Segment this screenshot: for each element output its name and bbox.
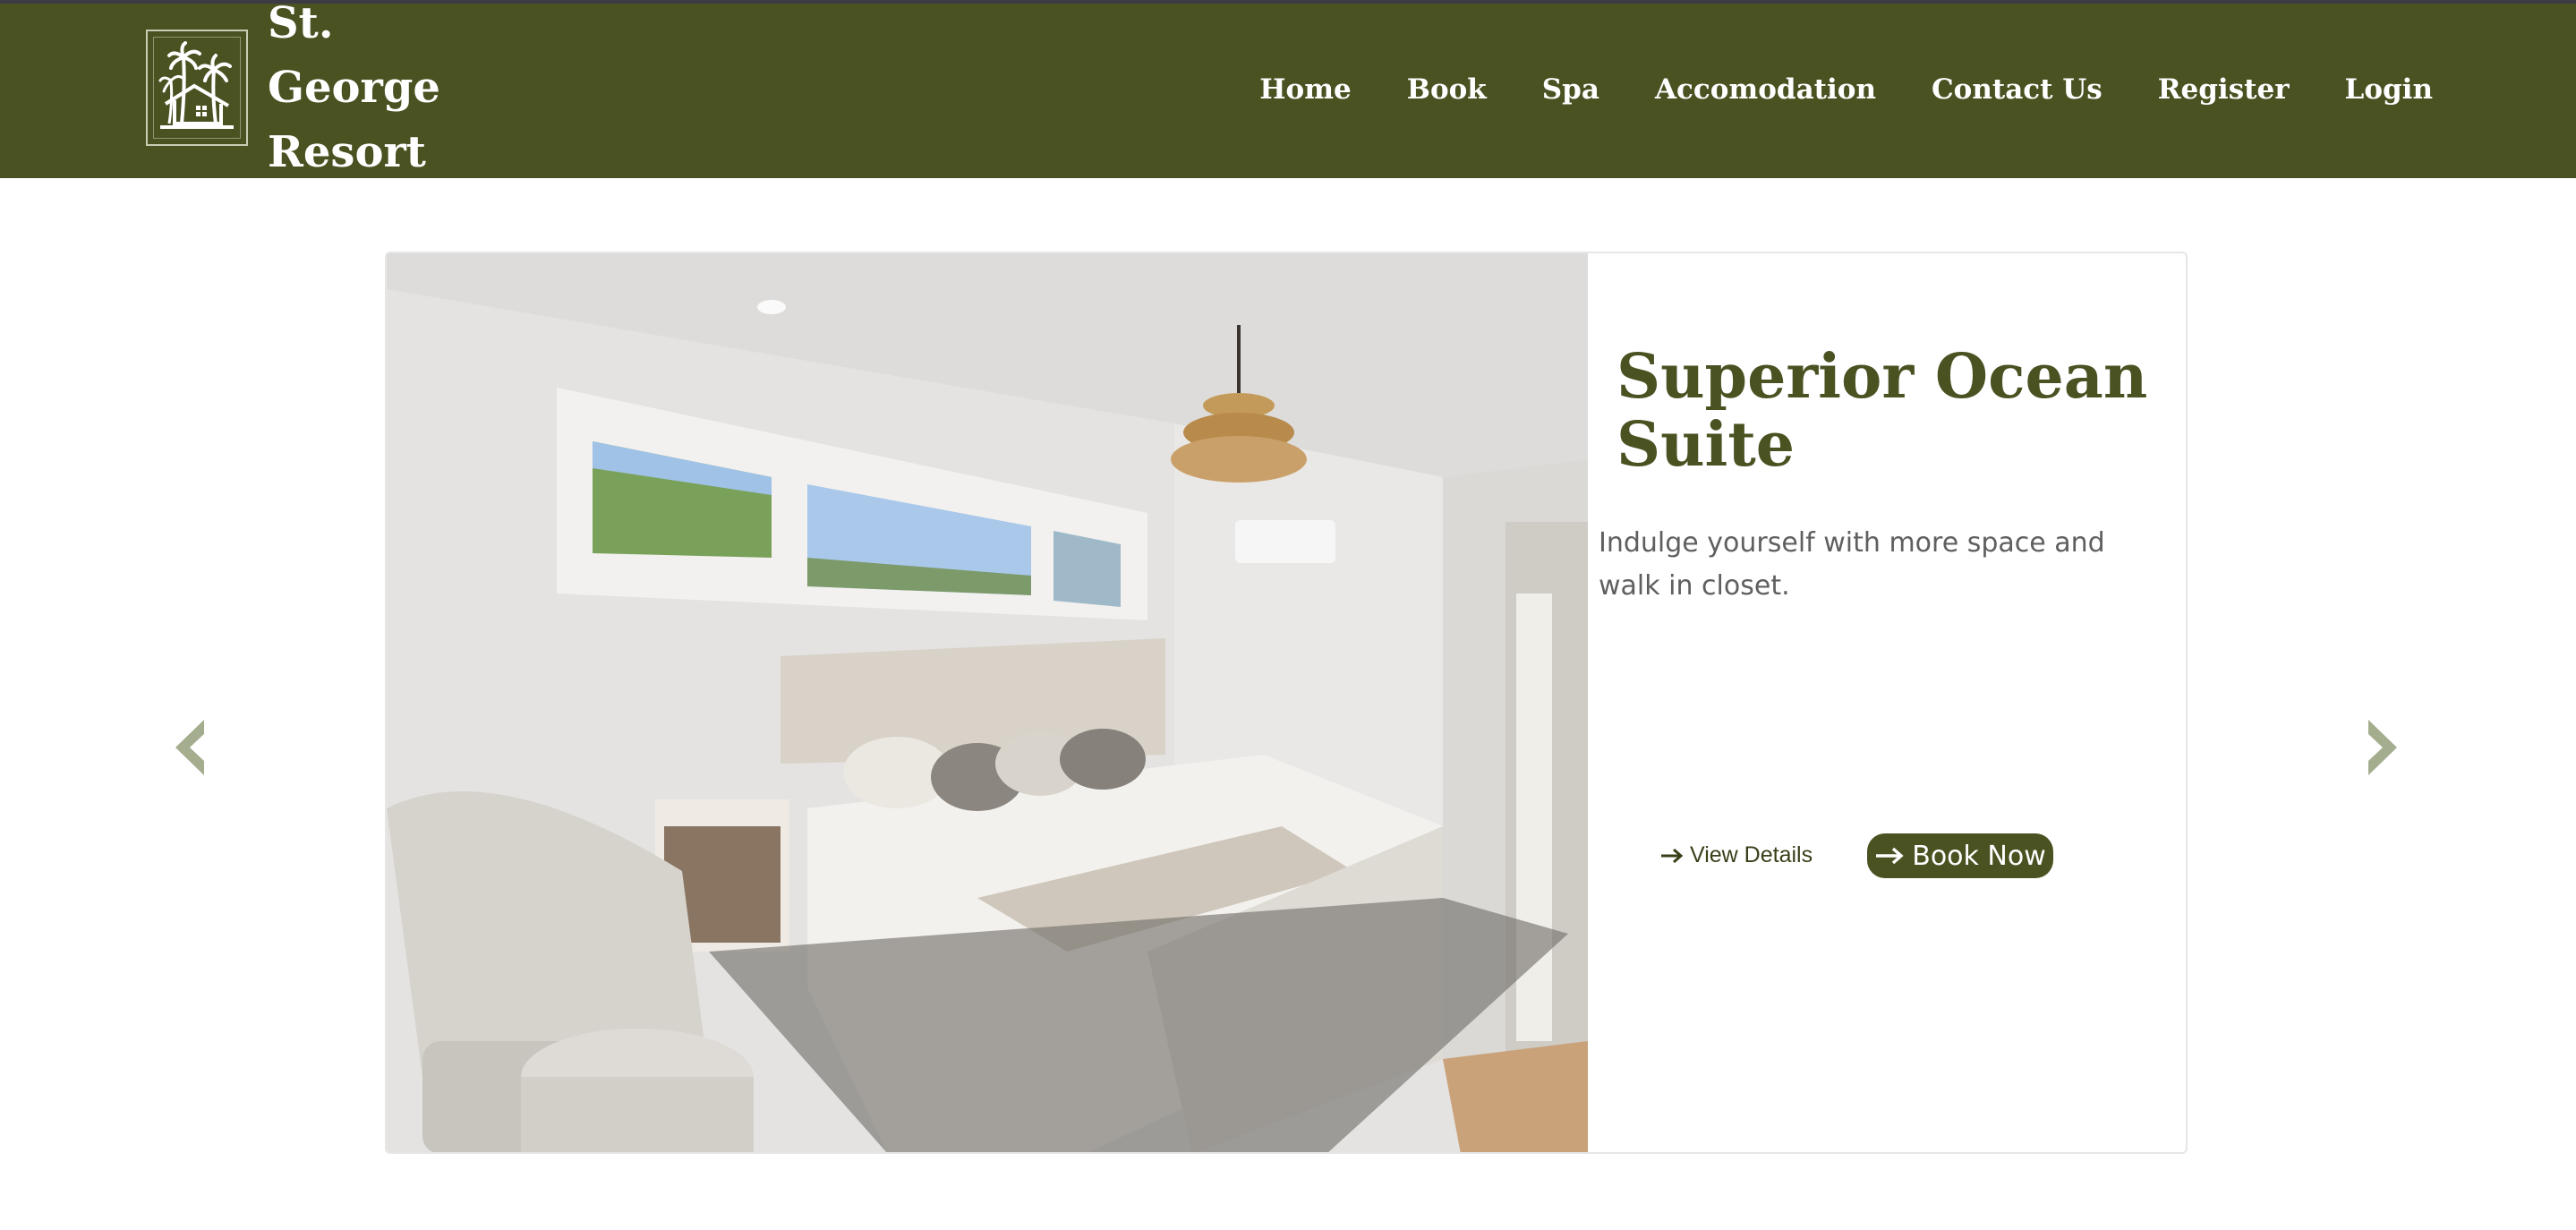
room-title: Superior Ocean Suite [1616, 341, 2148, 481]
nav-register[interactable]: Register [2158, 73, 2290, 106]
palm-house-icon [158, 40, 234, 129]
nav-home[interactable]: Home [1259, 73, 1352, 106]
nav-contact-us[interactable]: Contact Us [1932, 73, 2103, 106]
nav-book[interactable]: Book [1407, 73, 1487, 106]
brand-logo[interactable] [146, 29, 248, 146]
bedroom-photo [387, 253, 1588, 1152]
nav-accomodation[interactable]: Accomodation [1655, 73, 1876, 106]
chevron-right-icon [2368, 720, 2397, 775]
room-description: Indulge yourself with more space and wal… [1599, 527, 2105, 602]
nav-login[interactable]: Login [2345, 73, 2433, 106]
arrow-right-icon [1876, 847, 1904, 865]
carousel-prev-button[interactable] [168, 716, 213, 779]
brand-name[interactable]: St. George Resort [268, 0, 518, 184]
brand[interactable]: St. George Resort [146, 0, 518, 177]
main-nav: Home Book Spa Accomodation Contact Us Re… [1204, 73, 2433, 106]
room-info: Superior Ocean Suite Indulge yourself wi… [1588, 253, 2186, 1152]
site-header: St. George Resort Home Book Spa Accomoda… [0, 0, 2576, 178]
carousel-next-button[interactable] [2359, 716, 2404, 779]
view-details-label: View Details [1690, 842, 1813, 867]
view-details-link[interactable]: View Details [1659, 842, 1813, 868]
book-now-label: Book Now [1912, 840, 2046, 872]
chevron-left-icon [175, 720, 204, 775]
room-card: Superior Ocean Suite Indulge yourself wi… [385, 252, 2188, 1154]
arrow-right-icon [1661, 848, 1684, 863]
book-now-button[interactable]: Book Now [1867, 833, 2053, 878]
nav-spa[interactable]: Spa [1542, 73, 1599, 106]
